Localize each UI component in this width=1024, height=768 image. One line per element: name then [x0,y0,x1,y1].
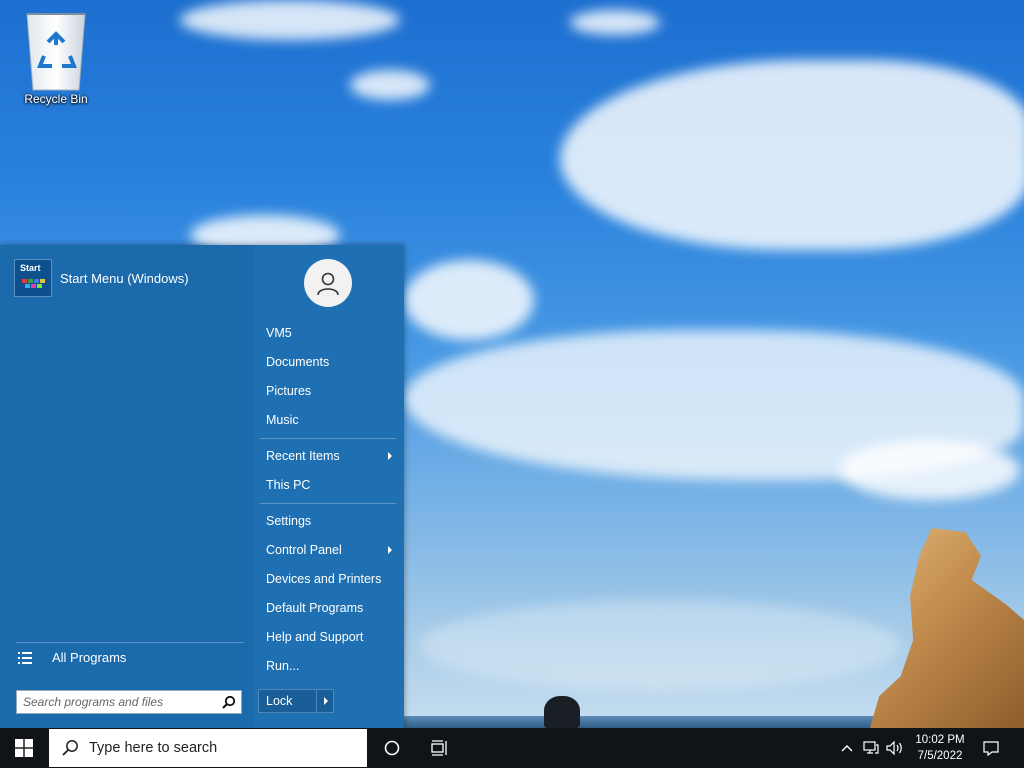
menu-item-label: Run... [266,659,300,673]
task-view-button[interactable] [418,728,462,768]
pinned-app-label: Start Menu (Windows) [60,270,189,286]
taskbar: Type here to search 10:02 PM 7/5/2022 [0,728,1024,768]
menu-item-label: Music [266,413,299,427]
network-icon [863,741,879,754]
menu-item-label: Pictures [266,384,312,398]
speaker-icon [886,741,902,755]
lock-button[interactable]: Lock [258,689,334,713]
start-search-input[interactable] [17,691,219,713]
menu-item-settings[interactable]: Settings [266,511,396,531]
taskbar-search-placeholder: Type here to search [89,740,218,756]
start-menu-app-icon: Start [14,259,52,297]
recycle-bin-icon [26,13,86,91]
menu-item-label: Recent Items [266,449,340,463]
notification-icon [983,740,999,756]
menu-item-label: VM5 [266,326,292,340]
cortana-button[interactable] [372,728,412,768]
rock-formation [870,528,1024,728]
menu-item-run[interactable]: Run... [266,656,396,676]
person-silhouette [544,696,580,728]
menu-item-music[interactable]: Music [266,410,396,430]
submenu-arrow-icon [388,452,392,460]
taskbar-search-box[interactable]: Type here to search [49,729,367,767]
lock-options-arrow-icon[interactable] [317,697,334,705]
menu-item-default-programs[interactable]: Default Programs [266,598,396,618]
start-search-box[interactable] [16,690,242,714]
start-button[interactable] [0,728,48,768]
menu-item-help-and-support[interactable]: Help and Support [266,627,396,647]
divider [16,642,244,643]
divider [260,503,396,504]
menu-item-label: Devices and Printers [266,572,382,586]
taskbar-clock[interactable]: 10:02 PM 7/5/2022 [910,732,970,764]
menu-item-recent-items[interactable]: Recent Items [266,446,396,466]
menu-item-control-panel[interactable]: Control Panel [266,540,396,560]
app-icon-text: Start [20,263,41,273]
search-icon [62,740,78,756]
windows-logo-icon [15,739,33,757]
menu-item-label: Documents [266,355,330,369]
menu-item-this-pc[interactable]: This PC [266,475,396,495]
lock-label: Lock [266,694,293,708]
all-programs-button[interactable]: All Programs [18,650,126,665]
action-center-button[interactable] [976,728,1006,768]
divider [260,438,396,439]
submenu-arrow-icon [388,546,392,554]
search-icon[interactable] [222,695,236,709]
desktop-icon-recycle-bin[interactable]: Recycle Bin [14,8,98,106]
start-menu: Start Start Menu (Windows) All Programs [0,245,404,728]
start-menu-left-pane: Start Start Menu (Windows) All Programs [0,245,254,728]
menu-item-label: Control Panel [266,543,342,557]
chevron-up-icon [841,745,853,752]
menu-item-user[interactable]: VM5 [266,323,396,343]
menu-item-documents[interactable]: Documents [266,352,396,372]
start-menu-right-pane: VM5 Documents Pictures Music Recent Item… [254,245,404,728]
user-icon [317,272,339,296]
show-hidden-icons-button[interactable] [836,728,858,768]
all-programs-label: All Programs [52,650,127,665]
clock-date: 7/5/2022 [917,750,963,762]
volume-button[interactable] [884,728,906,768]
menu-item-devices-and-printers[interactable]: Devices and Printers [266,569,396,589]
list-icon [18,651,32,664]
network-button[interactable] [860,728,882,768]
menu-item-label: Settings [266,514,312,528]
menu-item-label: Default Programs [266,601,364,615]
task-view-icon [431,740,447,756]
user-avatar[interactable] [304,259,352,307]
menu-item-label: This PC [266,478,311,492]
menu-item-label: Help and Support [266,630,364,644]
pinned-start-menu-windows[interactable]: Start Start Menu (Windows) [14,259,189,297]
cortana-circle-icon [384,740,400,756]
desktop-icon-label: Recycle Bin [24,92,88,106]
clock-time: 10:02 PM [915,734,965,746]
menu-item-pictures[interactable]: Pictures [266,381,396,401]
